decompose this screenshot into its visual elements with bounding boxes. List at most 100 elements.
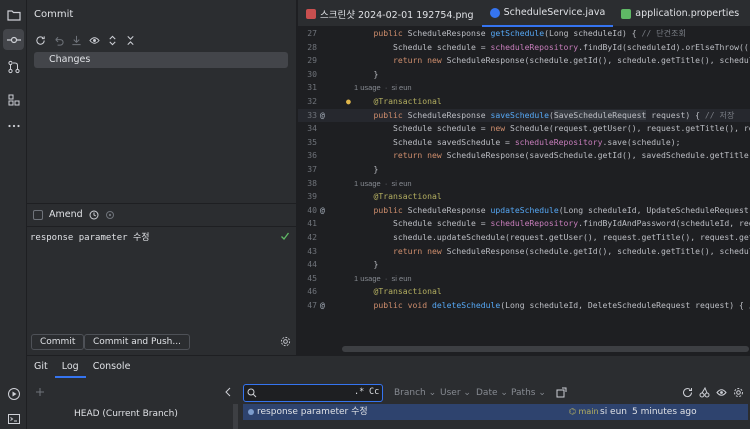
- line-number: 46: [307, 286, 317, 297]
- code-line[interactable]: 46 @Transactional: [298, 285, 750, 299]
- bean-gutter-icon[interactable]: @: [320, 204, 330, 218]
- code-line[interactable]: 30 }: [298, 68, 750, 82]
- log-search-input[interactable]: .* Cc: [243, 384, 383, 402]
- folder-icon[interactable]: [3, 4, 24, 25]
- tab-schedule-service[interactable]: ScheduleService.java: [481, 0, 614, 27]
- branch-item-head[interactable]: HEAD (Current Branch): [74, 409, 178, 419]
- java-class-icon: [489, 7, 500, 18]
- code-line[interactable]: 40 @ public ScheduleResponse updateSchedu…: [298, 204, 750, 218]
- usage-hint[interactable]: 1 usage · si eun: [354, 177, 412, 191]
- code-line[interactable]: 39 @Transactional: [298, 190, 750, 204]
- code-line[interactable]: 35 Schedule savedSchedule = scheduleRepo…: [298, 136, 750, 150]
- editor-tabs: 스크린샷 2024-02-01 192754.png ScheduleServi…: [298, 0, 750, 27]
- line-number: 41: [307, 218, 317, 229]
- commit-button[interactable]: Commit: [31, 334, 85, 350]
- tab-git[interactable]: Git: [27, 356, 55, 378]
- code-editor[interactable]: 스크린샷 2024-02-01 192754.png ScheduleServi…: [298, 0, 750, 355]
- expand-icon[interactable]: [104, 32, 120, 48]
- code-line[interactable]: 47 @ public void deleteSchedule(Long sche…: [298, 299, 750, 313]
- code-line[interactable]: 38 1 usage · si eun: [298, 177, 750, 191]
- code-line[interactable]: 42 schedule.updateSchedule(request.getUs…: [298, 231, 750, 245]
- splitter[interactable]: [233, 404, 238, 429]
- code-line[interactable]: 32 ● @Transactional: [298, 95, 750, 109]
- new-tab-icon[interactable]: [556, 387, 567, 398]
- clock-icon[interactable]: [89, 210, 99, 220]
- commit-message: response parameter 수정: [257, 407, 368, 417]
- tab-screenshot[interactable]: 스크린샷 2024-02-01 192754.png: [298, 0, 482, 27]
- cherry-pick-icon[interactable]: [699, 387, 710, 398]
- usage-hint[interactable]: 1 usage · si eun: [354, 272, 412, 286]
- code-line[interactable]: 28 Schedule schedule = scheduleRepositor…: [298, 41, 750, 55]
- filter-branch[interactable]: Branch ⌄: [394, 388, 436, 398]
- collapse-icon[interactable]: [122, 32, 138, 48]
- code-text: return new ScheduleResponse(schedule.get…: [392, 245, 750, 256]
- commit-icon[interactable]: [3, 29, 24, 50]
- structure-icon[interactable]: [3, 89, 24, 110]
- tab-label: 스크린샷 2024-02-01 192754.png: [320, 9, 474, 21]
- eye-icon[interactable]: [716, 387, 727, 398]
- filter-date[interactable]: Date ⌄: [476, 388, 508, 398]
- terminal-icon[interactable]: [3, 408, 24, 429]
- run-icon[interactable]: [3, 383, 24, 404]
- commit-message-input[interactable]: response parameter 수정: [30, 230, 294, 243]
- settings-icon[interactable]: [733, 387, 744, 398]
- changes-group[interactable]: Changes: [34, 52, 288, 68]
- check-icon: [281, 232, 290, 240]
- commit-and-push-button[interactable]: Commit and Push...: [84, 334, 190, 350]
- pull-request-icon[interactable]: [3, 56, 24, 77]
- code-text: Schedule schedule = scheduleRepository.f…: [354, 41, 750, 52]
- code-text: Schedule schedule = scheduleRepository.f…: [354, 218, 750, 229]
- eye-icon[interactable]: [86, 32, 102, 48]
- panel-title: Commit: [34, 9, 74, 20]
- code-line[interactable]: 44 }: [298, 258, 750, 272]
- divider: [27, 203, 297, 204]
- bean-gutter-icon[interactable]: @: [320, 109, 330, 123]
- amend-checkbox[interactable]: [33, 209, 43, 220]
- code-line[interactable]: 45 1 usage · si eun: [298, 272, 750, 286]
- code-line[interactable]: 31 1 usage · si eun: [298, 81, 750, 95]
- line-number: 42: [307, 232, 317, 242]
- line-number: 37: [307, 164, 317, 174]
- code-line[interactable]: 33 @ public ScheduleResponse saveSchedule…: [298, 108, 750, 123]
- horizontal-scrollbar[interactable]: [342, 346, 749, 352]
- tab-log[interactable]: Log: [54, 356, 86, 378]
- refresh-icon[interactable]: [682, 387, 693, 398]
- filter-user[interactable]: User ⌄: [440, 388, 471, 398]
- rollback-icon[interactable]: [50, 32, 66, 48]
- filter-label: Paths: [511, 388, 536, 398]
- bean-gutter-icon[interactable]: @: [320, 299, 330, 313]
- code-text: public void deleteSchedule(Long schedule…: [373, 300, 750, 310]
- download-icon[interactable]: [68, 32, 84, 48]
- match-case-toggle[interactable]: Cc: [369, 387, 379, 397]
- code-line[interactable]: 37 }: [298, 163, 750, 177]
- line-number: 28: [307, 41, 317, 52]
- code-text: @Transactional: [373, 191, 442, 202]
- usage-hint[interactable]: 1 usage · si eun: [354, 81, 412, 95]
- tab-label: ScheduleService.java: [503, 7, 606, 18]
- add-icon[interactable]: [35, 387, 45, 397]
- refresh-icon[interactable]: [32, 32, 48, 48]
- code-line[interactable]: 43 return new ScheduleResponse(schedule.…: [298, 245, 750, 259]
- back-arrow-icon[interactable]: [223, 387, 233, 397]
- code-text: return new ScheduleResponse(schedule.get…: [392, 55, 750, 66]
- filter-label: Date: [476, 388, 498, 398]
- code-line[interactable]: 34 Schedule schedule = new Schedule(requ…: [298, 122, 750, 136]
- line-number: 32: [307, 96, 317, 106]
- filter-paths[interactable]: Paths ⌄: [511, 388, 546, 398]
- regex-toggle[interactable]: .*: [354, 387, 364, 397]
- commit-node-icon: [248, 409, 254, 415]
- ai-icon[interactable]: [105, 210, 115, 220]
- log-row-selected[interactable]: response parameter 수정 ⌬ main si eun 5 mi…: [243, 404, 748, 420]
- tab-console[interactable]: Console: [86, 356, 138, 378]
- amend-row: Amend: [33, 209, 115, 220]
- code-line[interactable]: 29 return new ScheduleResponse(schedule.…: [298, 54, 750, 68]
- gear-icon[interactable]: [280, 336, 291, 347]
- divider: [27, 226, 297, 227]
- code-line[interactable]: 36 return new ScheduleResponse(savedSche…: [298, 149, 750, 163]
- more-icon[interactable]: [3, 115, 24, 136]
- tab-application-properties[interactable]: application.properties: [613, 0, 747, 27]
- code-line[interactable]: 41 Schedule schedule = scheduleRepositor…: [298, 217, 750, 231]
- amend-label: Amend: [49, 209, 83, 220]
- code-line[interactable]: 27 public ScheduleResponse getSchedule(L…: [298, 27, 750, 41]
- git-panel: Git Log Console .* Cc Branch ⌄ User ⌄ Da…: [27, 355, 750, 429]
